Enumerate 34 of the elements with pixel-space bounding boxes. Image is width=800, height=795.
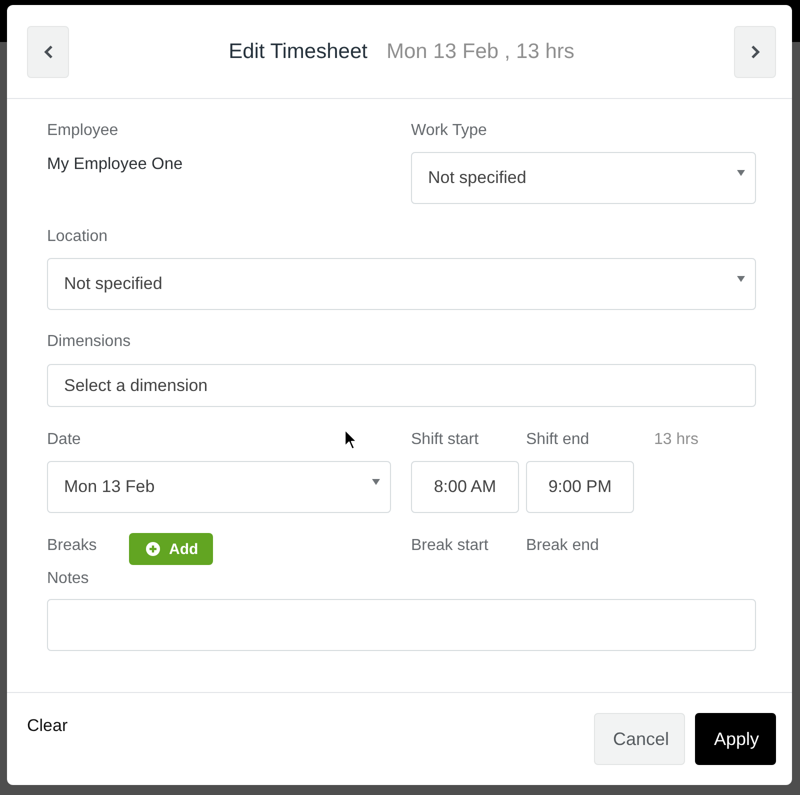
date-select[interactable]: Mon 13 Feb [47,461,391,513]
field-label: Breaks [47,536,97,556]
field-label: Notes [47,569,89,589]
notes-field[interactable] [47,599,756,651]
dialog-subtitle: Mon 13 Feb , 13 hrs [386,40,574,64]
apply-button[interactable]: Apply [695,713,776,765]
employee-name: My Employee One [47,154,183,174]
chevron-right-icon [750,44,760,58]
shift-end-field[interactable]: 9:00 PM [526,461,634,513]
cancel-button[interactable]: Cancel [594,713,685,765]
work-type-select[interactable]: Not specified [411,152,756,204]
dimension-field[interactable]: Select a dimension [47,364,756,407]
caret-icon [737,276,745,282]
field-label: Work Type [411,121,487,141]
field-label: Date [47,430,81,450]
dialog-title: Edit Timesheet [228,40,368,64]
field-label: Location [47,227,108,247]
shift-start-field[interactable]: 8:00 AM [411,461,519,513]
field-label: Shift start [411,430,479,450]
next-button[interactable] [734,26,776,78]
previous-button[interactable] [27,26,69,78]
clear-button[interactable]: Clear [27,716,68,736]
field-label: Break start [411,536,488,556]
field-label: Employee [47,121,118,141]
field-label: Break end [526,536,599,556]
cursor-icon [344,429,357,450]
chevron-left-icon [44,44,52,58]
shift-duration: 13 hrs [654,430,698,450]
caret-icon [737,170,745,176]
caret-icon [372,479,380,485]
location-select[interactable]: Not specified [47,258,756,310]
field-label: Dimensions [47,332,131,352]
plus-circle-icon [146,542,160,556]
field-label: Shift end [526,430,590,450]
